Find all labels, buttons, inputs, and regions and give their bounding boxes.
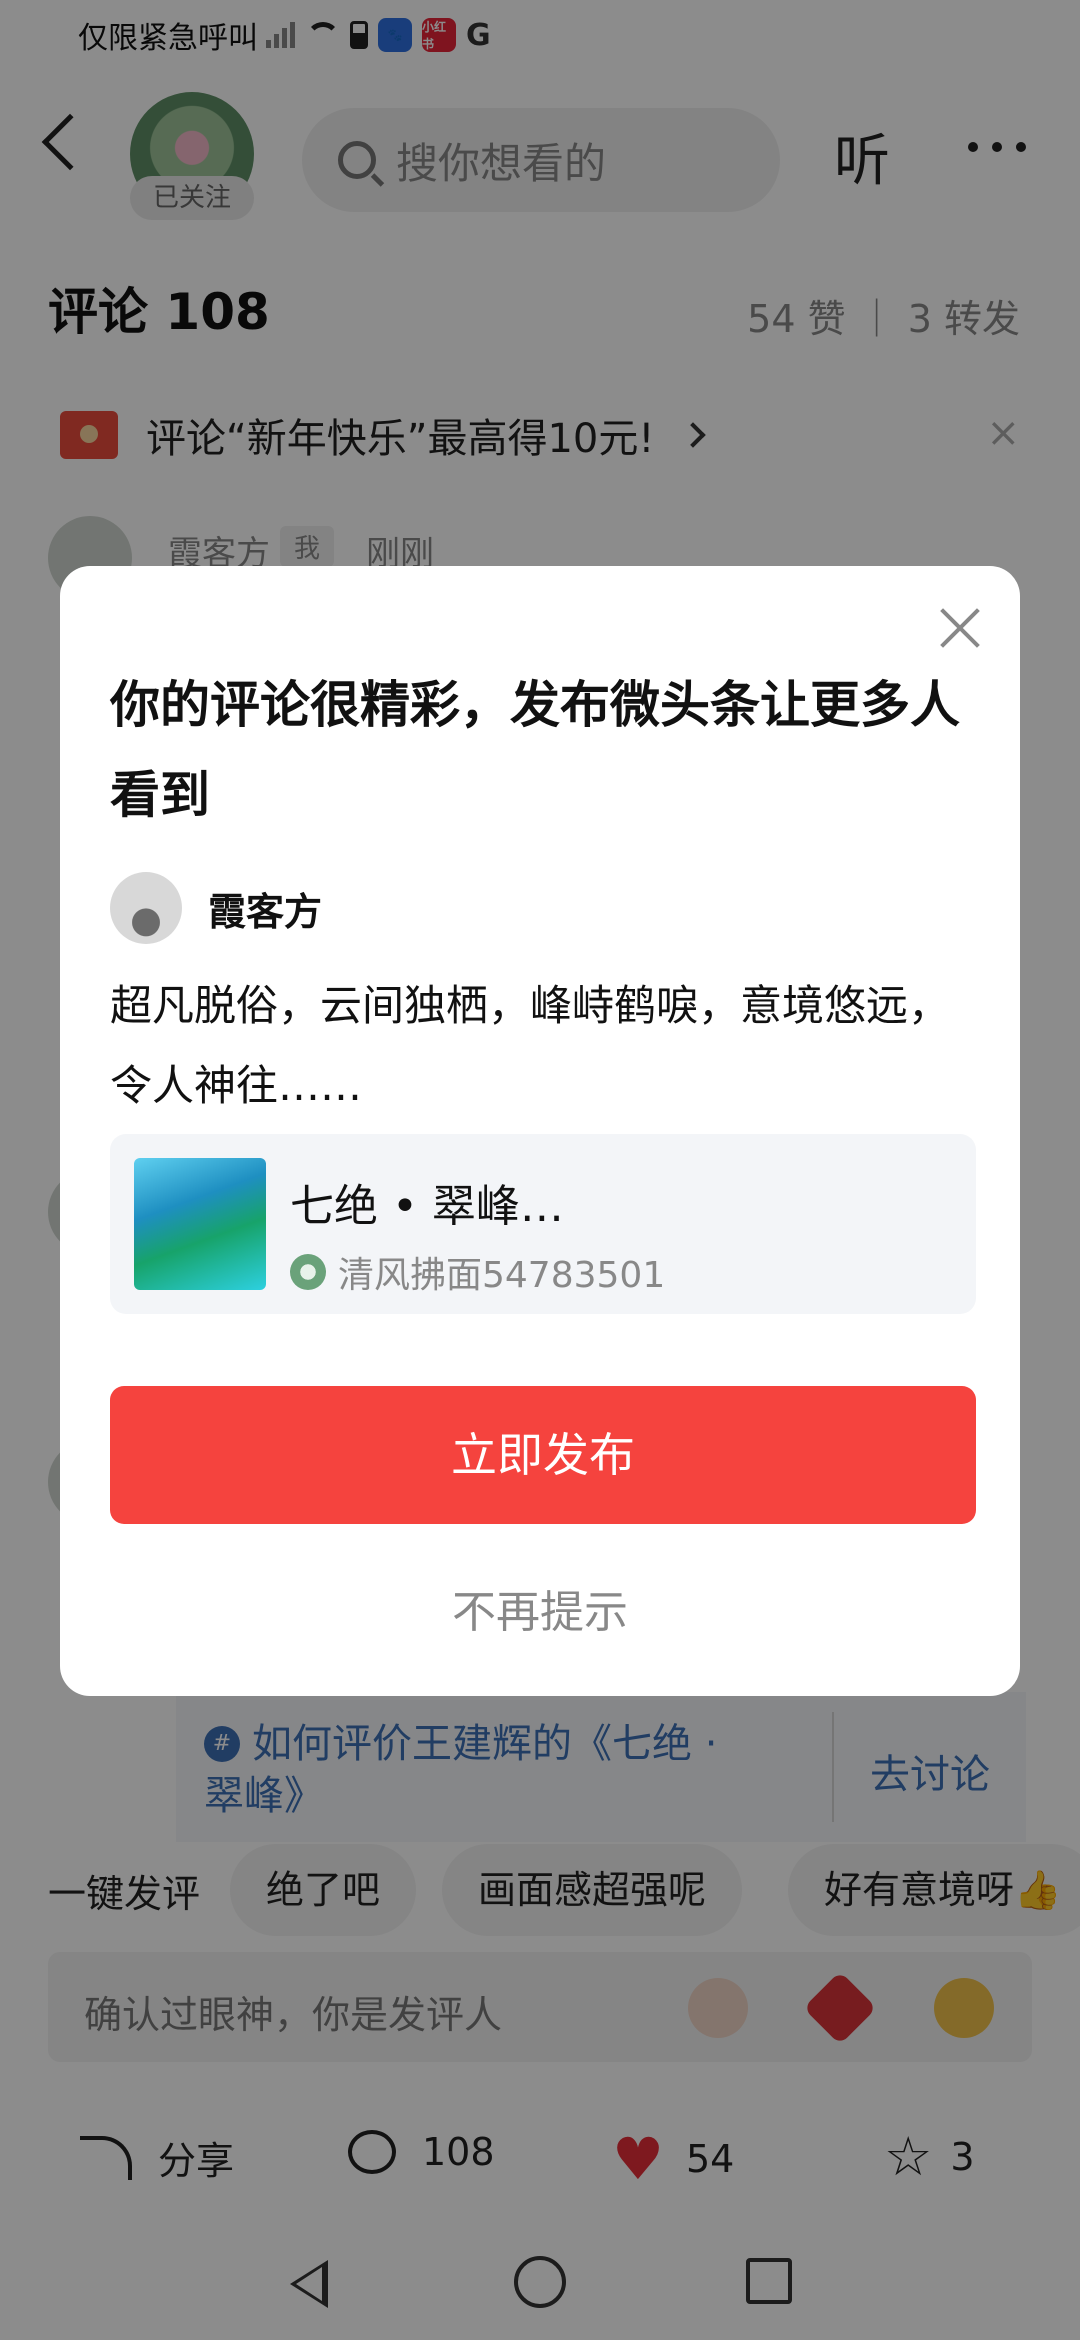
publish-dialog: 你的评论很精彩，发布微头条让更多人看到 霞客方 超凡脱俗，云间独栖，峰峙鹤唳，意…	[60, 566, 1020, 1696]
comment-text: 超凡脱俗，云间独栖，峰峙鹤唳，意境悠远，令人神往……	[110, 981, 951, 1110]
article-thumbnail	[134, 1158, 266, 1290]
author-name: 霞客方	[208, 889, 323, 934]
article-card: 七绝 • 翠峰… 清风拂面54783501	[110, 1134, 976, 1314]
author-avatar	[110, 872, 182, 944]
article-title: 七绝 • 翠峰…	[290, 1181, 564, 1232]
article-author-row: 清风拂面54783501	[290, 1246, 665, 1298]
article-author: 清风拂面54783501	[338, 1255, 666, 1296]
article-author-avatar	[290, 1254, 326, 1290]
author-row: 霞客方	[110, 872, 322, 944]
close-icon[interactable]	[938, 606, 982, 650]
dialog-title: 你的评论很精彩，发布微头条让更多人看到	[110, 676, 960, 824]
dont-show-again-button[interactable]: 不再提示	[60, 1576, 1020, 1640]
publish-button[interactable]: 立即发布	[110, 1386, 976, 1524]
